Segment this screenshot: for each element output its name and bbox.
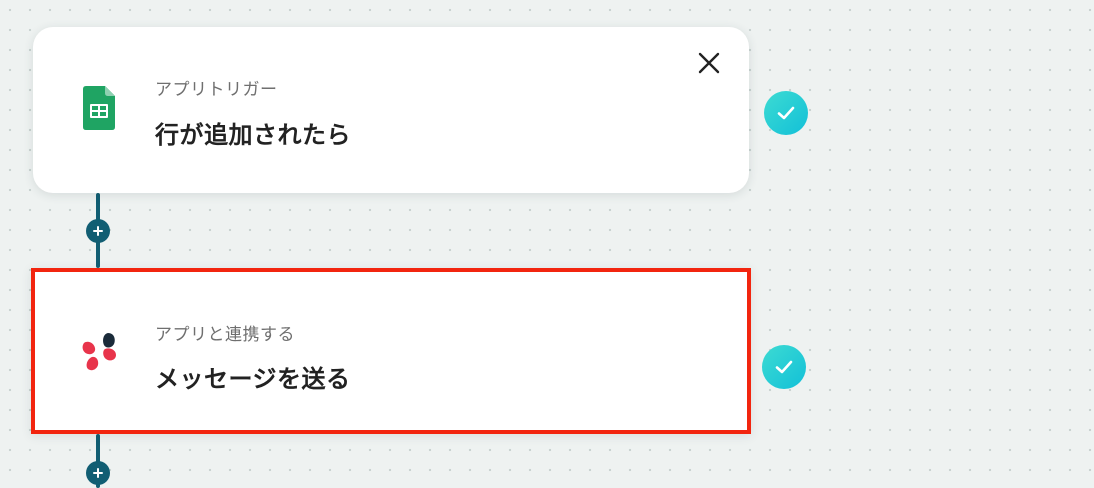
add-step-button[interactable] (86, 219, 110, 243)
plus-icon (93, 226, 103, 236)
action-step-card[interactable]: アプリと連携する メッセージを送る (31, 268, 751, 434)
close-button[interactable] (697, 51, 721, 75)
step-completed-badge (762, 345, 806, 389)
chatwork-icon (78, 331, 122, 379)
check-icon (775, 360, 793, 374)
step-title: メッセージを送る (155, 365, 351, 393)
add-step-button[interactable] (86, 461, 110, 485)
step-category-label: アプリトリガー (155, 80, 278, 100)
plus-icon (93, 468, 103, 478)
step-completed-badge (764, 91, 808, 135)
step-category-label: アプリと連携する (155, 325, 295, 345)
trigger-step-card[interactable]: アプリトリガー 行が追加されたら (33, 27, 749, 193)
close-icon (698, 52, 720, 74)
check-icon (777, 106, 795, 120)
step-title: 行が追加されたら (155, 121, 351, 149)
google-sheets-icon (83, 86, 115, 134)
